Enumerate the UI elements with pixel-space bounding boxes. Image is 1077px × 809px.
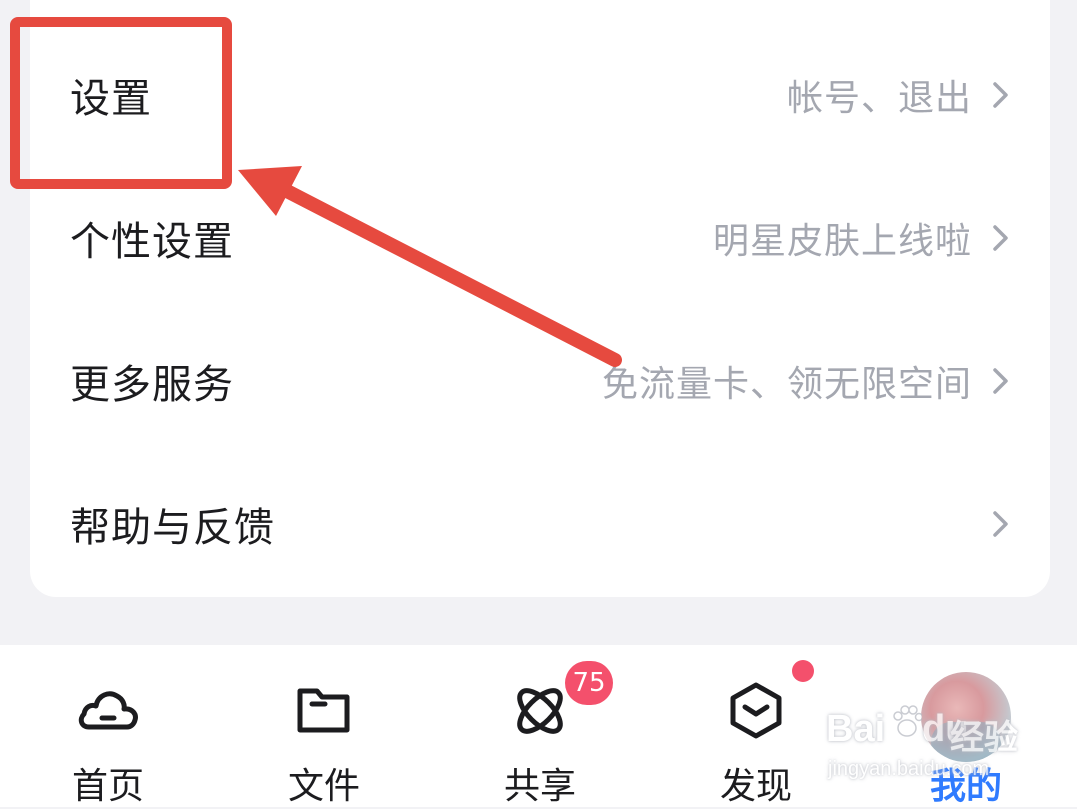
notification-dot: [792, 660, 814, 682]
tab-label: 共享: [503, 766, 576, 807]
menu-item-settings[interactable]: 设置 帐号、退出: [30, 35, 1050, 155]
menu-item-title: 个性设置: [70, 219, 234, 265]
menu-item-hint: 明星皮肤上线啦: [712, 221, 972, 262]
tab-label: 我的: [929, 766, 1002, 807]
avatar[interactable]: [921, 672, 1011, 762]
chevron-right-icon: [993, 368, 1008, 394]
tab-label: 首页: [71, 766, 144, 807]
tab-label: 文件: [287, 766, 360, 807]
menu-item-title: 设置: [70, 76, 152, 122]
menu-item-hint: 帐号、退出: [786, 78, 972, 119]
chevron-right-icon: [993, 511, 1008, 537]
tab-home[interactable]: 首页: [28, 645, 188, 807]
tab-files[interactable]: 文件: [244, 645, 404, 807]
share-count-badge: 75: [565, 661, 613, 705]
box-icon: [730, 682, 782, 739]
menu-item-help-feedback[interactable]: 帮助与反馈: [30, 464, 1050, 584]
atom-icon: [517, 688, 563, 734]
settings-card: 设置 帐号、退出 个性设置 明星皮肤上线啦 更多服务 免流量卡、领无限空间 帮助…: [30, 0, 1050, 597]
menu-item-personalization[interactable]: 个性设置 明星皮肤上线啦: [30, 178, 1050, 298]
menu-item-title: 帮助与反馈: [70, 505, 275, 551]
avatar-blur-shape: [931, 722, 1001, 762]
chevron-right-icon: [993, 82, 1008, 108]
bottom-tab-bar: 首页 文件 共享 发现 我的: [0, 645, 1077, 807]
menu-item-title: 更多服务: [70, 362, 234, 408]
menu-item-hint: 免流量卡、领无限空间: [601, 364, 972, 405]
tab-label: 发现: [719, 766, 792, 807]
chevron-right-icon: [993, 225, 1008, 251]
cloud-icon: [78, 691, 138, 730]
menu-item-more-services[interactable]: 更多服务 免流量卡、领无限空间: [30, 321, 1050, 441]
folder-icon: [297, 688, 350, 733]
